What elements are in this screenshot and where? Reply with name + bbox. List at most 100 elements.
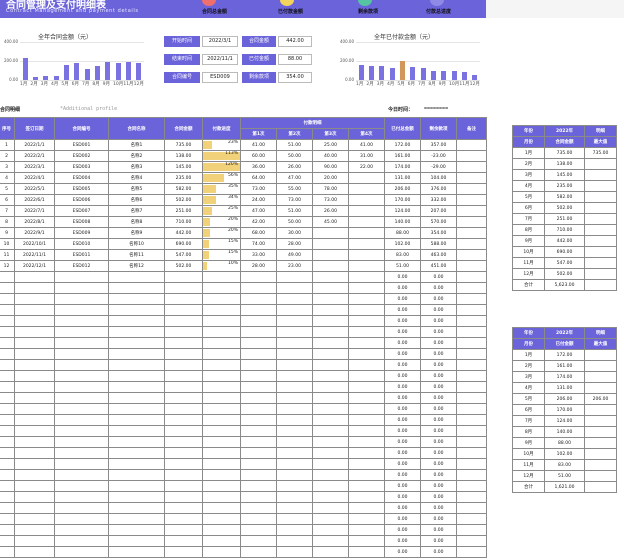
table-cell-name: 名称2 xyxy=(108,150,165,162)
table-cell-empty xyxy=(108,535,165,547)
table-row[interactable]: 1 2022/1/1 ESD001 名称1 735.00 23% 41.00 51.00 25.… xyxy=(0,139,487,151)
table-cell-empty xyxy=(164,337,203,349)
table-cell-amount: 235.00 xyxy=(164,172,203,184)
filter-input[interactable]: 2022/11/1 xyxy=(202,54,238,65)
table-cell-empty xyxy=(348,436,385,448)
table-cell-empty: 0.00 xyxy=(420,458,457,470)
table-row[interactable]: 0.00 0.00 xyxy=(0,348,487,360)
table-cell-empty xyxy=(54,337,109,349)
table-row[interactable]: 0.00 0.00 xyxy=(0,524,487,536)
table-cell-empty xyxy=(312,414,349,426)
table-cell-empty xyxy=(0,337,15,349)
table-row[interactable]: 0.00 0.00 xyxy=(0,271,487,283)
table-cell-name: 名称4 xyxy=(108,172,165,184)
table-row[interactable]: 0.00 0.00 xyxy=(0,337,487,349)
table-cell-empty xyxy=(54,370,109,382)
x-tick-label: 10月 xyxy=(113,82,124,87)
table-row[interactable]: 0.00 0.00 xyxy=(0,480,487,492)
table-row[interactable]: 0.00 0.00 xyxy=(0,502,487,514)
table-row[interactable]: 3 2022/3/1 ESD003 名称3 145.00 120% 36.00 26.00 90… xyxy=(0,161,487,173)
table-cell-empty xyxy=(348,502,385,514)
side-cell xyxy=(584,202,617,214)
x-tick-label: 5月 xyxy=(61,82,69,87)
x-tick-label: 1月 xyxy=(356,82,364,87)
table-cell-empty xyxy=(312,337,349,349)
filter-input[interactable]: ESD009 xyxy=(202,72,238,83)
table-row[interactable]: 8 2022/8/1 ESD008 名称8 710.00 20% 42.00 50.00 45.… xyxy=(0,216,487,228)
table-cell-empty xyxy=(164,414,203,426)
table-cell-name: 名称9 xyxy=(108,227,165,239)
table-row[interactable]: 0.00 0.00 xyxy=(0,436,487,448)
table-row[interactable]: 0.00 0.00 xyxy=(0,535,487,547)
table-cell-empty xyxy=(14,502,55,514)
table-row[interactable]: 0.00 0.00 xyxy=(0,546,487,558)
side-header: 明细 xyxy=(584,125,617,137)
table-row[interactable]: 0.00 0.00 xyxy=(0,392,487,404)
filter-label: 结束时间 xyxy=(164,54,200,65)
table-row[interactable]: 2 2022/2/1 ESD002 名称2 138.00 113% 60.00 50.00 40… xyxy=(0,150,487,162)
table-row[interactable]: 0.00 0.00 xyxy=(0,458,487,470)
table-cell-empty xyxy=(312,282,349,294)
table-row[interactable]: 0.00 0.00 xyxy=(0,414,487,426)
table-cell-p2: 26.00 xyxy=(276,161,313,173)
gridline xyxy=(356,42,480,43)
progress-text: 20% xyxy=(227,228,238,234)
table-row[interactable]: 0.00 0.00 xyxy=(0,381,487,393)
table-row[interactable]: 0.00 0.00 xyxy=(0,315,487,327)
table-cell-pct: 120% xyxy=(202,161,241,173)
x-tick-label: 3月 xyxy=(376,82,385,87)
table-row[interactable]: 0.00 0.00 xyxy=(0,403,487,415)
table-cell-empty xyxy=(54,293,109,305)
filter-input[interactable]: 2022/3/1 xyxy=(202,36,238,47)
table-row[interactable]: 0.00 0.00 xyxy=(0,513,487,525)
table-cell-empty xyxy=(276,359,313,371)
table-cell-empty xyxy=(108,315,165,327)
side-cell: 3月 xyxy=(512,169,545,181)
table-cell-empty xyxy=(54,546,109,558)
side-row: 9月 88.00 xyxy=(512,437,617,449)
table-cell-empty: 0.00 xyxy=(384,513,421,525)
column-header: 第4次 xyxy=(348,128,385,140)
table-cell-empty xyxy=(312,447,349,459)
table-row[interactable]: 6 2022/6/1 ESD006 名称6 502.00 34% 24.00 73.00 73.… xyxy=(0,194,487,206)
column-header: 已付总金额 xyxy=(384,117,421,140)
table-row[interactable]: 5 2022/5/1 ESD005 名称5 582.00 35% 73.00 55.00 78.… xyxy=(0,183,487,195)
table-cell-empty xyxy=(54,513,109,525)
table-row[interactable]: 9 2022/9/1 ESD009 名称9 442.00 20% 68.00 30.00 88.… xyxy=(0,227,487,239)
table-cell-p4 xyxy=(348,227,385,239)
table-row[interactable]: 7 2022/7/1 ESD007 名称7 251.00 25% 47.00 51.00 26.… xyxy=(0,205,487,217)
table-row[interactable]: 4 2022/4/1 ESD004 名称4 235.00 56% 64.00 47.00 20.… xyxy=(0,172,487,184)
table-cell-empty: 0.00 xyxy=(384,491,421,503)
table-row[interactable]: 0.00 0.00 xyxy=(0,282,487,294)
table-row[interactable]: 0.00 0.00 xyxy=(0,370,487,382)
table-cell-empty xyxy=(456,403,487,415)
table-cell-empty xyxy=(164,392,203,404)
table-cell-empty: 0.00 xyxy=(384,271,421,283)
kpi-label: 合同总金额 xyxy=(202,9,228,15)
table-cell-empty xyxy=(312,546,349,558)
table-row[interactable]: 0.00 0.00 xyxy=(0,304,487,316)
table-row[interactable]: 0.00 0.00 xyxy=(0,447,487,459)
table-cell-empty xyxy=(348,447,385,459)
table-row[interactable]: 0.00 0.00 xyxy=(0,491,487,503)
table-cell-empty xyxy=(14,436,55,448)
table-cell-empty: 0.00 xyxy=(384,502,421,514)
table-cell-rest: 570.00 xyxy=(420,216,457,228)
table-cell-empty xyxy=(240,480,277,492)
table-cell-empty xyxy=(202,524,241,536)
table-row[interactable]: 10 2022/10/1 ESD010 名称10 690.00 15% 74.00 28.00… xyxy=(0,238,487,250)
table-cell-empty xyxy=(240,458,277,470)
table-cell-empty xyxy=(240,469,277,481)
table-row[interactable]: 0.00 0.00 xyxy=(0,359,487,371)
table-row[interactable]: 0.00 0.00 xyxy=(0,326,487,338)
table-row[interactable]: 0.00 0.00 xyxy=(0,469,487,481)
table-row[interactable]: 0.00 0.00 xyxy=(0,425,487,437)
table-row[interactable]: 12 2022/12/1 ESD012 名称12 502.00 10% 28.00 23.00… xyxy=(0,260,487,272)
table-cell-code: ESD011 xyxy=(54,249,109,261)
table-row[interactable]: 0.00 0.00 xyxy=(0,293,487,305)
side-cell xyxy=(584,415,617,427)
table-cell-empty xyxy=(456,535,487,547)
side-cell: 502.00 xyxy=(544,202,585,214)
table-row[interactable]: 11 2022/11/1 ESD011 名称11 547.00 15% 33.00 49.00… xyxy=(0,249,487,261)
table-cell-pct: 20% xyxy=(202,227,241,239)
